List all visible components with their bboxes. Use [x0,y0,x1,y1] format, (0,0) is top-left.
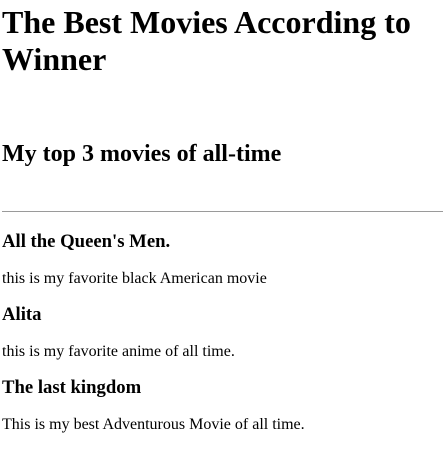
movie-item: All the Queen's Men. this is my favorite… [2,231,441,288]
movie-item: Alita this is my favorite anime of all t… [2,304,441,361]
movie-description: this is my favorite black American movie [2,270,267,287]
movie-title: All the Queen's Men. [2,231,171,252]
section-title: My top 3 movies of all-time [2,141,282,167]
movie-item: The last kingdom This is my best Adventu… [2,377,441,434]
movie-title: Alita [2,304,42,325]
page-content: The Best Movies According to Winner My t… [0,4,443,434]
page-title: The Best Movies According to Winner [2,4,411,77]
movie-description: this is my favorite anime of all time. [2,343,235,360]
divider [2,211,443,212]
movie-title: The last kingdom [2,377,142,398]
movie-description: This is my best Adventurous Movie of all… [2,416,305,433]
